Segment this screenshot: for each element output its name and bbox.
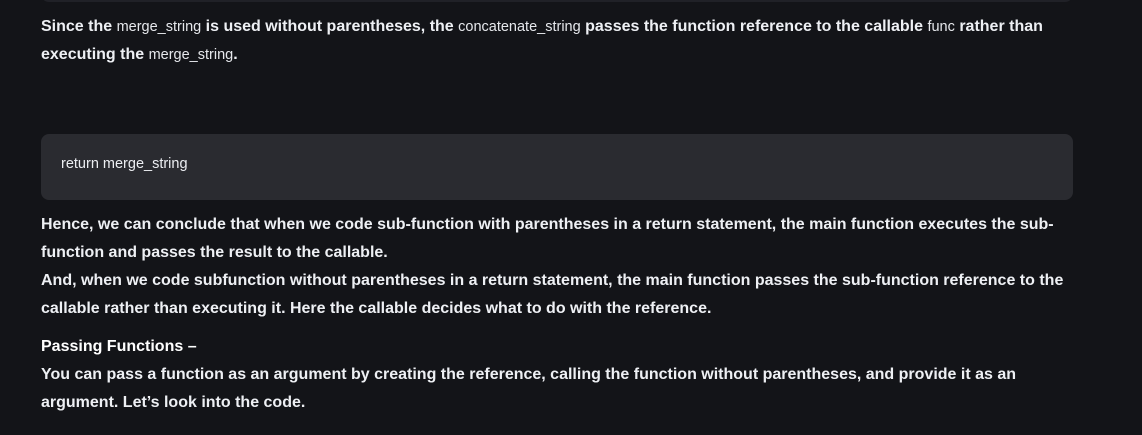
intro-text-3: passes the function reference to the cal… bbox=[580, 18, 928, 35]
code-line[interactable]: return merge_string bbox=[61, 156, 188, 172]
article-page: Since the merge_string is used without p… bbox=[0, 0, 1142, 435]
intro-paragraph: Since the merge_string is used without p… bbox=[41, 13, 1081, 69]
conclusion-paragraph-1: Hence, we can conclude that when we code… bbox=[41, 216, 1054, 261]
section-heading: Passing Functions – bbox=[41, 338, 197, 355]
section-body-paragraph: You can pass a function as an argument b… bbox=[41, 366, 1017, 411]
intro-text-5: . bbox=[233, 46, 238, 63]
previous-code-block-edge bbox=[41, 0, 1073, 2]
intro-text-2: is used without parentheses, the bbox=[201, 18, 459, 35]
inline-code-concatenate-string: concatenate_string bbox=[458, 19, 581, 35]
inline-code-func: func bbox=[927, 19, 955, 35]
inline-code-merge-string-2: merge_string bbox=[148, 47, 234, 63]
intro-text-1: Since the bbox=[41, 18, 117, 35]
inline-code-merge-string: merge_string bbox=[116, 19, 202, 35]
conclusion-paragraph-2: And, when we code subfunction without pa… bbox=[41, 272, 1064, 317]
code-block[interactable]: return merge_string bbox=[41, 134, 1073, 200]
